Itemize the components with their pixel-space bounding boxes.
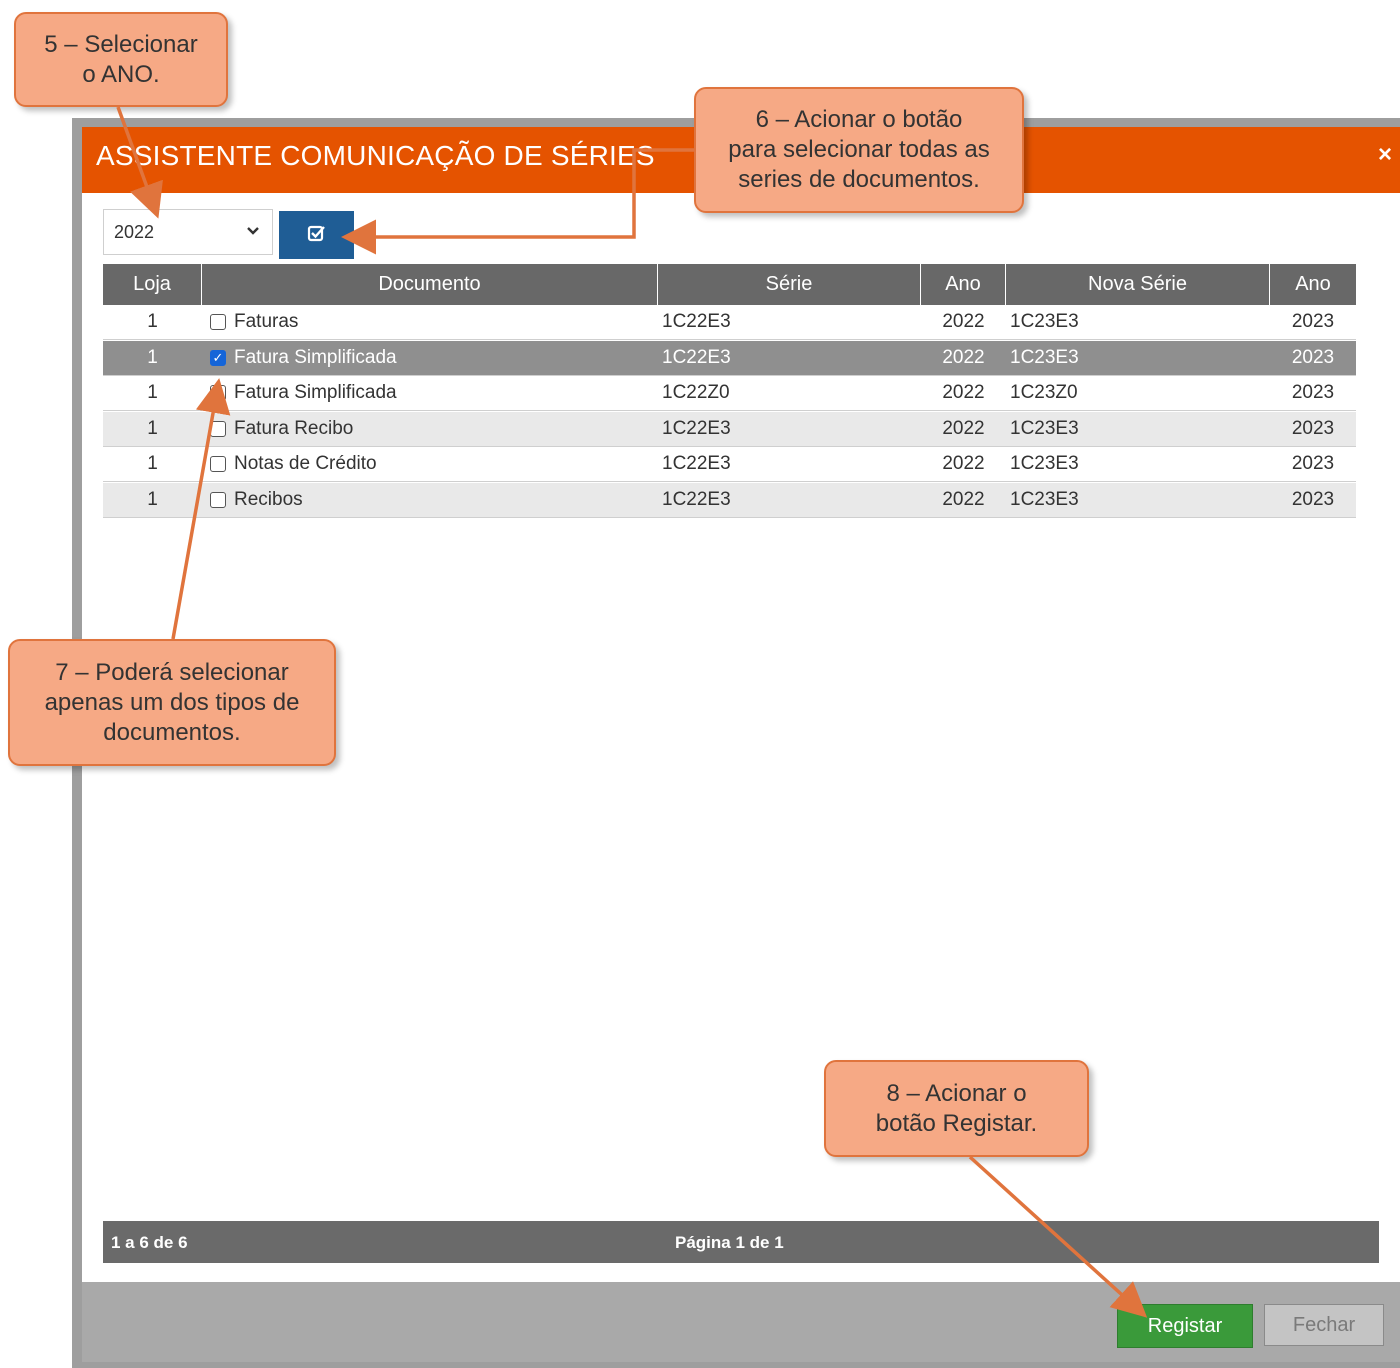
- arrow-step-8: [968, 1155, 1148, 1318]
- callout-arrows: [116, 106, 1148, 1318]
- arrow-step-6: [341, 148, 694, 255]
- arrow-step-7: [171, 378, 231, 640]
- arrow-step-5: [116, 106, 163, 219]
